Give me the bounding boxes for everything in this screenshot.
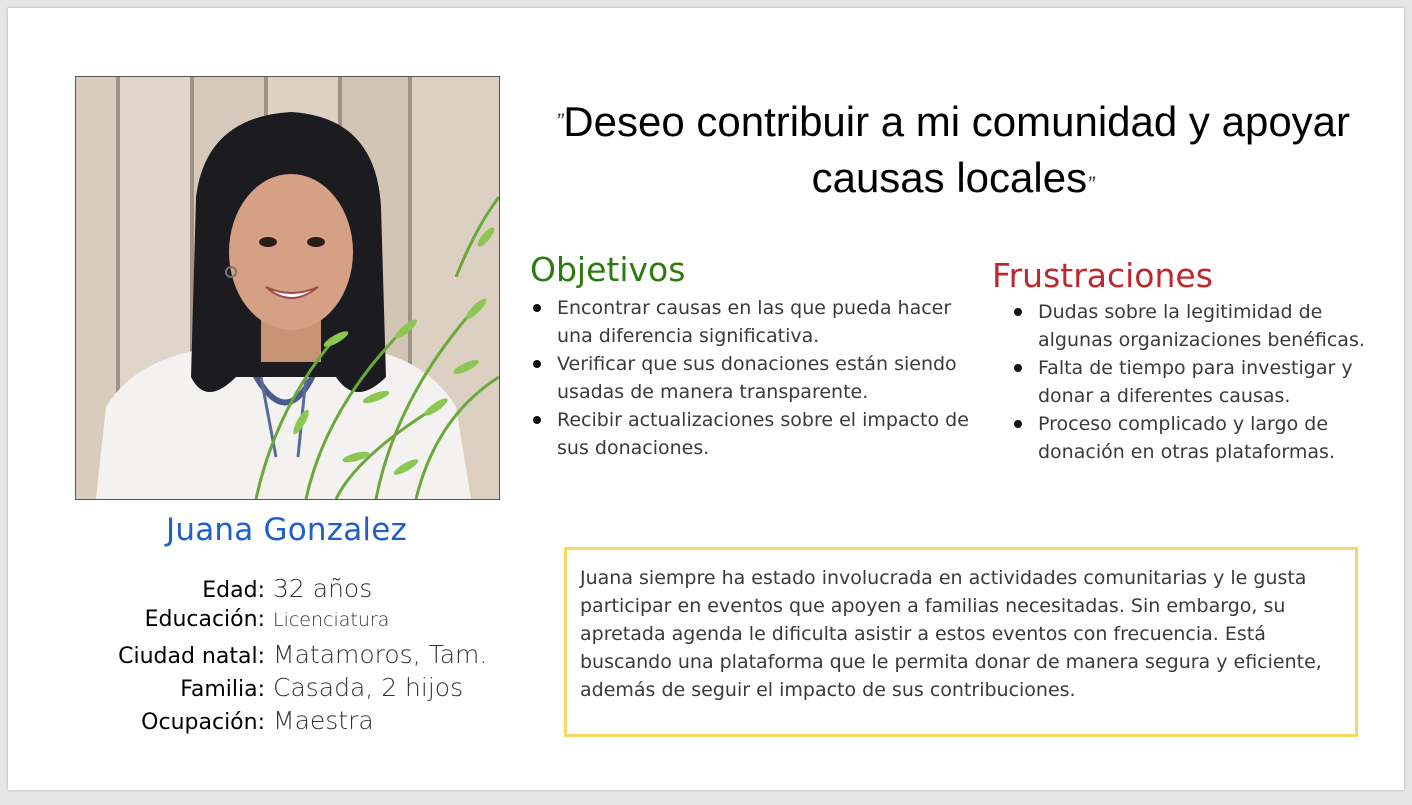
objectives-title: Objetivos bbox=[530, 250, 686, 289]
detail-age: Edad: 32 años bbox=[68, 574, 548, 607]
persona-slide: Juana Gonzalez Edad: 32 años Educación: … bbox=[8, 8, 1404, 790]
detail-hometown: Ciudad natal: Matamoros, Tam. bbox=[68, 640, 548, 673]
detail-label: Ocupación: bbox=[141, 710, 265, 735]
detail-label: Familia: bbox=[180, 677, 265, 702]
detail-value: 32 años bbox=[273, 574, 373, 603]
detail-value: Casada, 2 hijos bbox=[273, 673, 464, 702]
detail-label: Edad: bbox=[202, 578, 265, 603]
detail-value: Matamoros, Tam. bbox=[273, 640, 488, 669]
list-item: Dudas sobre la legitimidad de algunas or… bbox=[1011, 298, 1381, 354]
persona-bio: Juana siempre ha estado involucrada en a… bbox=[564, 547, 1358, 737]
persona-name: Juana Gonzalez bbox=[166, 512, 407, 548]
detail-label: Educación: bbox=[144, 607, 265, 632]
list-item: Recibir actualizaciones sobre el impacto… bbox=[530, 406, 985, 462]
persona-photo-image bbox=[76, 77, 499, 499]
list-item: Encontrar causas en las que pueda hacer … bbox=[530, 294, 985, 350]
quote-close-mark: ” bbox=[1087, 172, 1095, 197]
detail-education: Educación: Licenciatura bbox=[68, 607, 548, 640]
persona-quote: ”Deseo contribuir a mi comunidad y apoya… bbox=[538, 94, 1368, 213]
persona-photo bbox=[75, 76, 500, 500]
detail-occupation: Ocupación: Maestra bbox=[68, 706, 548, 739]
persona-details: Edad: 32 años Educación: Licenciatura Ci… bbox=[68, 574, 548, 739]
detail-value: Licenciatura bbox=[273, 609, 390, 631]
detail-label: Ciudad natal: bbox=[118, 644, 265, 669]
frustrations-list: Dudas sobre la legitimidad de algunas or… bbox=[1011, 298, 1381, 466]
quote-text: Deseo contribuir a mi comunidad y apoyar… bbox=[563, 98, 1351, 201]
detail-value: Maestra bbox=[273, 706, 374, 735]
list-item: Proceso complicado y largo de donación e… bbox=[1011, 410, 1381, 466]
frustrations-title: Frustraciones bbox=[992, 256, 1213, 295]
list-item: Verificar que sus donaciones están siend… bbox=[530, 350, 985, 406]
list-item: Falta de tiempo para investigar y donar … bbox=[1011, 354, 1381, 410]
objectives-list: Encontrar causas en las que pueda hacer … bbox=[530, 294, 985, 462]
detail-family: Familia: Casada, 2 hijos bbox=[68, 673, 548, 706]
